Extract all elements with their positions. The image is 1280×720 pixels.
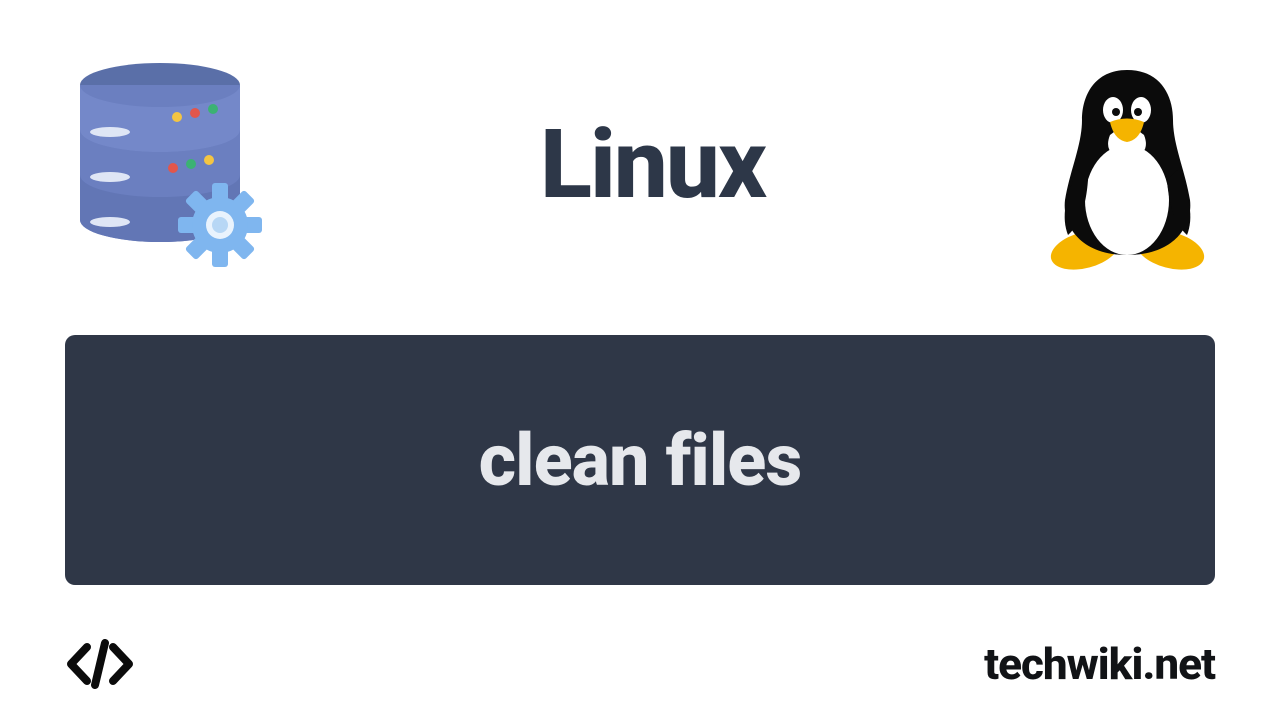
topic-text: clean files xyxy=(479,418,802,503)
topic-card: clean files xyxy=(65,335,1215,585)
footer-row: techwiki.net xyxy=(65,638,1215,690)
page-title: Linux xyxy=(540,109,765,221)
database-gear-icon xyxy=(65,60,265,270)
tux-penguin-icon xyxy=(1040,60,1215,270)
code-icon xyxy=(65,639,135,689)
site-name: techwiki.net xyxy=(984,638,1215,690)
header-row: Linux xyxy=(65,60,1215,270)
